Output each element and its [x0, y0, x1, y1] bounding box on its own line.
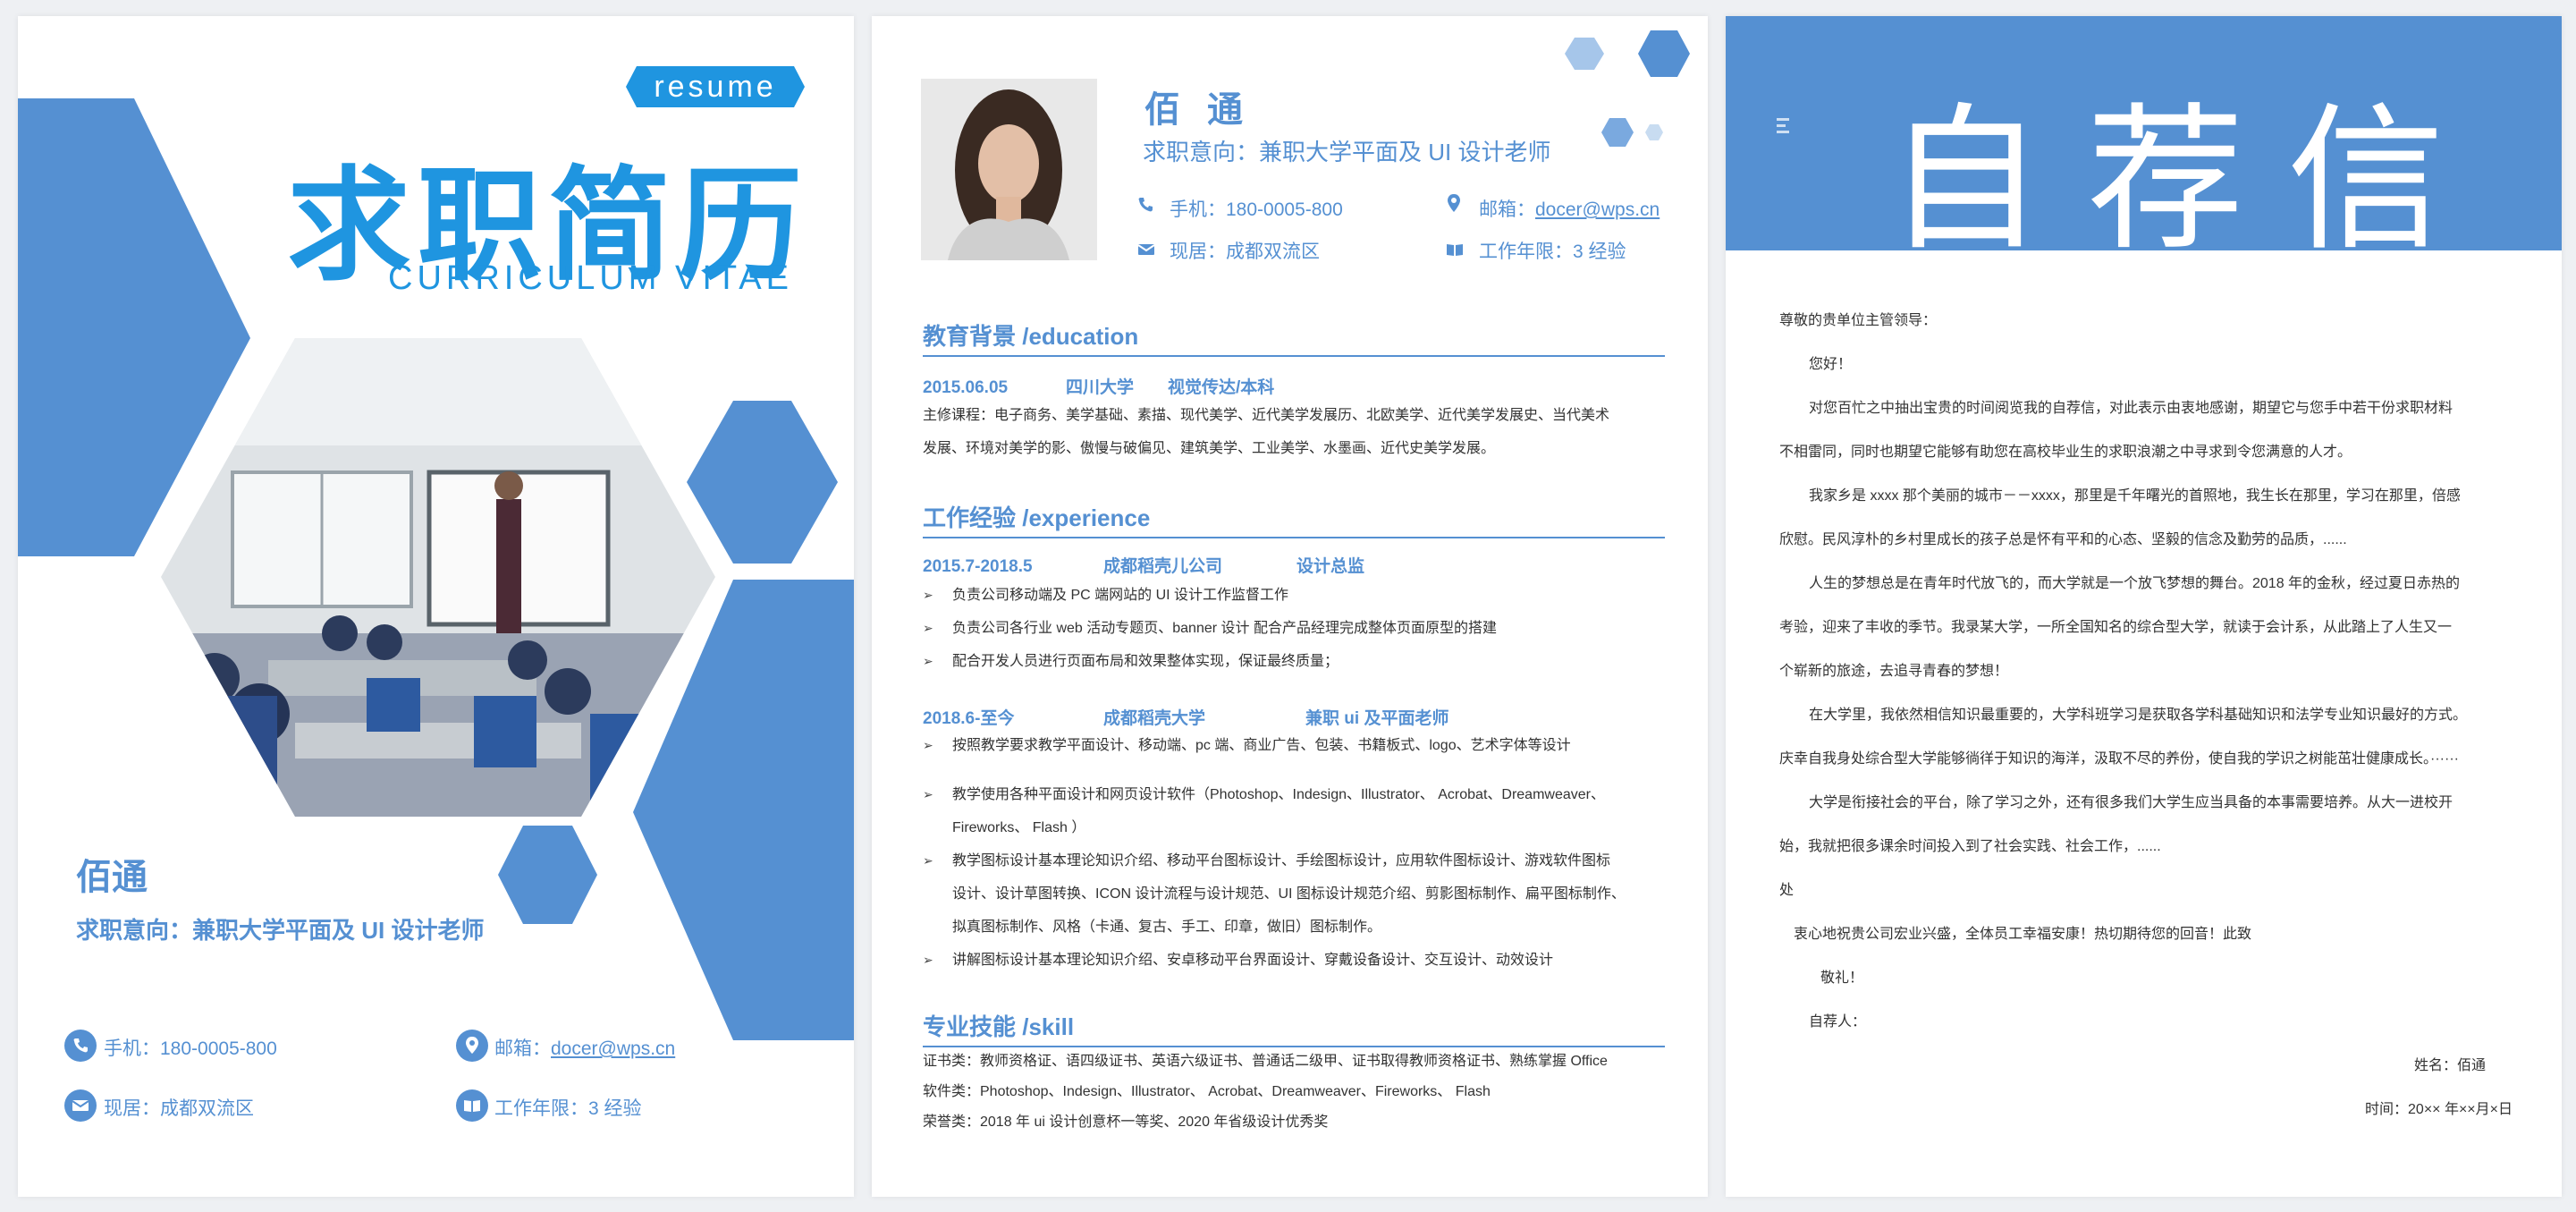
candidate-name: 佰通 [76, 858, 148, 897]
letter-sign-date: 时间：20×× 年××月×日 [2365, 1102, 2513, 1117]
mail-icon [64, 1089, 97, 1122]
letter-line: 处 [1779, 883, 1795, 898]
courses-line: 发展、环境对美学的影、傲慢与破偏见、建筑美学、工业美学、水墨画、近代史美学发展。 [923, 441, 1496, 456]
job-intent: 求职意向：兼职大学平面及 UI 设计老师 [76, 917, 485, 944]
letter-line: 对您百忙之中抽出宝贵的时间阅览我的自荐信，对此表示由衷地感谢，期望它与您手中若干… [1809, 401, 2454, 416]
cover-page: resume 求职简历 CURRICULUM VITAE 佰通 求职意向：兼职大… [18, 16, 854, 1197]
location-text: 现居：成都双流区 [104, 1098, 254, 1119]
book-icon [1447, 244, 1463, 256]
letter-closing: 衷心地祝贵公司宏业兴盛，全体员工幸福安康！热切期待您的回音！此致 [1794, 927, 2252, 942]
resume-page: 佰通 求职意向：兼职大学平面及 UI 设计老师 手机：180-0005-800 … [872, 16, 1708, 1197]
education-date: 2015.06.05 [923, 378, 1009, 397]
letter-regards: 敬礼！ [1820, 970, 1864, 986]
email-link[interactable]: docer@wps.cn [1535, 199, 1660, 220]
skill-software: 软件类：Photoshop、Indesign、Illustrator、 Acro… [923, 1084, 1491, 1099]
experience-text: 工作年限：3 经验 [494, 1098, 642, 1119]
job-entry: 2018.6-至今 成都稻壳大学 兼职 ui 及平面老师 [923, 705, 1448, 729]
job-bullet: 按照教学要求教学平面设计、移动端、pc 端、商业广告、包装、书籍板式、logo、… [923, 729, 1683, 762]
letter-line: 在大学里，我依然相信知识最重要的，大学科班学习是获取各学科基础知识和法学专业知识… [1809, 708, 2468, 723]
location-text: 现居：成都双流区 [1170, 242, 1320, 262]
letter-greeting: 您好！ [1809, 357, 1853, 372]
letter-title: 自荐信 [1887, 89, 2488, 272]
experience-heading: 工作经验 /experience [923, 500, 1665, 538]
letter-line: 个崭新的旅途，去追寻青春的梦想！ [1779, 664, 2009, 679]
job-company: 成都稻壳儿公司 [1103, 557, 1223, 576]
letter-line: 我家乡是 xxxx 那个美丽的城市－－xxxx，那里是千年曙光的首照地，我生长在… [1809, 488, 2461, 504]
skills-list: 证书类：教师资格证、语四级证书、英语六级证书、普通话二级甲、证书取得教师资格证书… [923, 1047, 1608, 1138]
job-role: 兼职 ui 及平面老师 [1305, 709, 1449, 728]
email-label: 邮箱： [494, 1038, 551, 1059]
education-school: 四川大学 [1066, 378, 1135, 397]
job-intent: 求职意向：兼职大学平面及 UI 设计老师 [1143, 139, 1551, 165]
job-bullet: 教学图标设计基本理论知识介绍、移动平台图标设计、手绘图标设计，应用软件图标设计、… [923, 844, 1683, 877]
letter-salutation: 尊敬的贵单位主管领导： [1779, 313, 1938, 328]
profile-photo [921, 79, 1097, 260]
location-pin-icon [456, 1030, 488, 1062]
cover-letter-page: 自荐信 尊敬的贵单位主管领导： 您好！ 对您百忙之中抽出宝贵的时间阅览我的自荐信… [1726, 16, 2562, 1197]
resume-tag: resume [626, 66, 805, 107]
job-bullet: 讲解图标设计基本理论知识介绍、安卓移动平台界面设计、穿戴设备设计、交互设计、动效… [923, 944, 1683, 977]
job-date: 2018.6-至今 [923, 709, 1015, 728]
email-label: 邮箱： [1479, 199, 1535, 220]
phone-icon [1138, 198, 1153, 212]
education-heading: 教育背景 /education [923, 318, 1665, 357]
phone-text: 手机：180-0005-800 [104, 1038, 277, 1059]
classroom-photo [161, 338, 715, 817]
letter-sign-name: 姓名：佰通 [2413, 1058, 2486, 1073]
book-icon [456, 1089, 488, 1122]
email-link[interactable]: docer@wps.cn [551, 1038, 675, 1059]
email-row: 邮箱：docer@wps.cn [494, 1034, 675, 1061]
cover-subtitle: CURRICULUM VITAE [388, 259, 793, 297]
skill-certs: 证书类：教师资格证、语四级证书、英语六级证书、普通话二级甲、证书取得教师资格证书… [923, 1054, 1608, 1069]
experience-text: 工作年限：3 经验 [1479, 242, 1626, 262]
letter-line: 欣慰。民风淳朴的乡村里成长的孩子总是怀有平和的心态、坚毅的信念及勤劳的品质，..… [1779, 532, 2347, 547]
letter-line: 考验，迎来了丰收的季节。我录某大学，一所全国知名的综合型大学，就读于会计系，从此… [1779, 620, 2453, 635]
hexagon-decor [1565, 30, 1690, 147]
job-bullet: 配合开发人员进行页面布局和效果整体实现，保证最终质量； [923, 645, 1683, 678]
job-company: 成都稻壳大学 [1103, 709, 1206, 728]
letter-body: 尊敬的贵单位主管领导： 您好！ 对您百忙之中抽出宝贵的时间阅览我的自荐信，对此表… [1779, 299, 2513, 1131]
email-row: 邮箱：docer@wps.cn [1479, 195, 1660, 222]
candidate-name: 佰通 [1144, 90, 1270, 130]
courses-line: 主修课程：电子商务、美学基础、素描、现代美学、近代美学发展历、北欧美学、近代美学… [923, 408, 1610, 423]
job-bullet-continued: 设计、设计草图转换、ICON 设计流程与设计规范、UI 图标设计规范介绍、剪影图… [952, 886, 1626, 902]
location-pin-icon [1448, 194, 1460, 212]
skills-heading: 专业技能 /skill [923, 1009, 1665, 1047]
job-date: 2015.7-2018.5 [923, 557, 1033, 576]
job-bullet: 负责公司移动端及 PC 端网站的 UI 设计工作监督工作 [923, 579, 1683, 612]
education-entry: 2015.06.05 四川大学 视觉传达/本科 [923, 374, 1274, 398]
letter-line: 不相雷同，同时也期望它能够有助您在高校毕业生的求职浪潮之中寻求到令您满意的人才。 [1779, 445, 2352, 460]
letter-line: 始，我就把很多课余时间投入到了社会实践、社会工作，...... [1779, 839, 2161, 854]
letter-line: 人生的梦想总是在青年时代放飞的，而大学就是一个放飞梦想的舞台。2018 年的金秋… [1809, 576, 2461, 591]
text-cursor-icon [1775, 114, 1795, 140]
letter-signer-label: 自荐人： [1809, 1014, 1867, 1030]
job-bullet: 教学使用各种平面设计和网页设计软件（Photoshop、Indesign、Ill… [923, 778, 1683, 811]
letter-line: 庆幸自我身处综合型大学能够徜徉于知识的海洋，汲取不尽的养份，使自我的学识之树能茁… [1779, 751, 2459, 767]
job-role: 设计总监 [1296, 557, 1365, 576]
letter-line: 大学是衔接社会的平台，除了学习之外，还有很多我们大学生应当具备的本事需要培养。从… [1809, 795, 2454, 810]
skill-honors: 荣誉类：2018 年 ui 设计创意杯一等奖、2020 年省级设计优秀奖 [923, 1115, 1329, 1130]
phone-icon [64, 1030, 97, 1062]
education-major: 视觉传达/本科 [1168, 378, 1275, 397]
job-entry: 2015.7-2018.5 成都稻壳儿公司 设计总监 [923, 553, 1364, 577]
job-bullet-continued: Fireworks、 Flash ） [952, 820, 1086, 835]
phone-text: 手机：180-0005-800 [1170, 199, 1343, 220]
education-courses: 主修课程：电子商务、美学基础、素描、现代美学、近代美学发展历、北欧美学、近代美学… [923, 399, 1609, 465]
job-bullet-continued: 拟真图标制作、风格（卡通、复古、手工、印章，做旧）图标制作。 [952, 920, 1382, 935]
job-bullet: 负责公司各行业 web 活动专题页、banner 设计 配合产品经理完成整体页面… [923, 612, 1683, 645]
mail-icon [1137, 244, 1155, 255]
